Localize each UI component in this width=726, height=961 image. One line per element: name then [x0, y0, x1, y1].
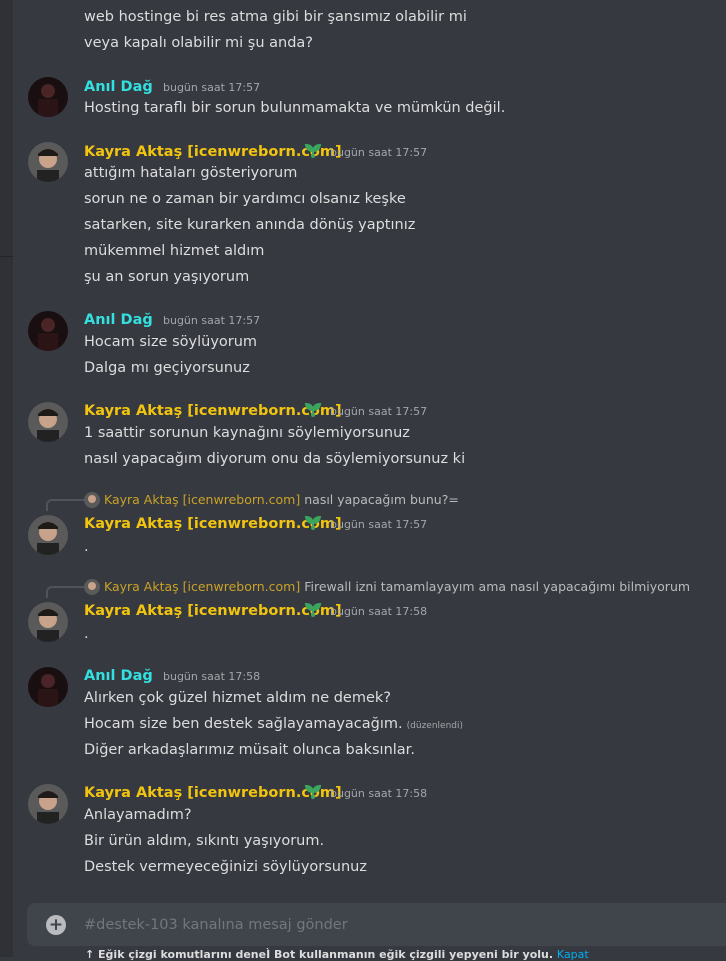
nitro-leaf-badge-icon [304, 402, 322, 417]
author-name[interactable]: Anıl Dağ [84, 77, 153, 97]
reply-preview[interactable]: Kayra Aktaş [icenwreborn.com] Firewall i… [84, 578, 690, 596]
edited-label: (düzenlendi) [406, 721, 464, 731]
message-text: sorun ne o zaman bir yardımcı olsanız ke… [84, 191, 406, 207]
reply-avatar [84, 579, 100, 595]
avatar-kayra[interactable] [28, 602, 68, 642]
message-text: Anlayamadım? [84, 807, 192, 823]
message-text: Destek vermeyeceğinizi söylüyorsunuz [84, 859, 367, 875]
nitro-leaf-badge-icon [304, 784, 322, 799]
message-text: . [84, 626, 89, 642]
timestamp: bugün saat 17:58 [330, 605, 428, 618]
avatar-kayra[interactable] [28, 784, 68, 824]
message-text: Dalga mı geçiyorsunuz [84, 360, 250, 376]
message-text: attığım hataları gösteriyorum [84, 165, 298, 181]
left-sidebar-edge [0, 0, 13, 957]
reply-text: nasıl yapacağım bunu?= [304, 492, 459, 507]
author-name[interactable]: Anıl Dağ [84, 310, 153, 330]
plus-circle-icon[interactable]: + [46, 915, 66, 935]
message-input[interactable]: #destek-103 kanalına mesaj gönder [84, 915, 348, 935]
avatar-anil[interactable] [28, 77, 68, 117]
timestamp: bugün saat 17:57 [330, 146, 428, 159]
message-text: nasıl yapacağım diyorum onu da söylemiyo… [84, 451, 466, 467]
timestamp: bugün saat 17:58 [330, 787, 428, 800]
reply-author: Kayra Aktaş [icenwreborn.com] [104, 579, 301, 594]
reply-avatar [84, 492, 100, 508]
nitro-leaf-badge-icon [304, 602, 322, 617]
message-text: Hocam size söylüyorum [84, 334, 258, 350]
message-text: Diğer arkadaşlarımız müsait olunca baksı… [84, 742, 415, 758]
avatar-anil[interactable] [28, 311, 68, 351]
reply-text: Firewall izni tamamlayayım ama nasıl yap… [304, 579, 691, 594]
avatar-kayra[interactable] [28, 142, 68, 182]
message-text: Alırken çok güzel hizmet aldım ne demek? [84, 690, 391, 706]
timestamp: bugün saat 17:57 [330, 518, 428, 531]
notice-text: Eğik çizgi komutlarını deneÌ Bot kullanm… [98, 948, 554, 961]
message-text: veya kapalı olabilir mi şu anda? [84, 35, 313, 51]
timestamp: bugün saat 17:57 [163, 314, 261, 327]
reply-spine [46, 499, 84, 511]
slash-commands-notice: ↑ Eğik çizgi komutlarını deneÌ Bot kulla… [85, 948, 589, 961]
reply-preview[interactable]: Kayra Aktaş [icenwreborn.com] nasıl yapa… [84, 491, 459, 509]
reply-spine [46, 586, 84, 598]
nitro-leaf-badge-icon [304, 515, 322, 530]
message-text: Bir ürün aldım, sıkıntı yaşıyorum. [84, 833, 325, 849]
message-text: 1 saattir sorunun kaynağını söylemiyorsu… [84, 425, 410, 441]
reply-author: Kayra Aktaş [icenwreborn.com] [104, 492, 301, 507]
message-text: Hocam size ben destek sağlayamayacağım.(… [84, 714, 463, 736]
message-text-content: Hocam size ben destek sağlayamayacağım. [84, 716, 403, 732]
message-list: web hostinge bi res atma gibi bir şansım… [13, 0, 726, 890]
avatar-kayra[interactable] [28, 515, 68, 555]
avatar-kayra[interactable] [28, 402, 68, 442]
author-name[interactable]: Anıl Dağ [84, 666, 153, 686]
nitro-leaf-badge-icon [304, 143, 322, 158]
message-text: şu an sorun yaşıyorum [84, 269, 250, 285]
message-text: web hostinge bi res atma gibi bir şansım… [84, 9, 467, 25]
message-text: satarken, site kurarken anında dönüş yap… [84, 217, 416, 233]
message-text: . [84, 539, 89, 555]
avatar-anil[interactable] [28, 667, 68, 707]
message-composer[interactable]: + #destek-103 kanalına mesaj gönder [27, 903, 726, 946]
sidebar-divider [0, 256, 13, 257]
message-text: mükemmel hizmet aldım [84, 243, 265, 259]
timestamp: bugün saat 17:57 [330, 405, 428, 418]
timestamp: bugün saat 17:57 [163, 81, 261, 94]
timestamp: bugün saat 17:58 [163, 670, 261, 683]
message-text: Hosting taraflı bir sorun bulunmamakta v… [84, 100, 506, 116]
close-notice-link[interactable]: Kapat [557, 948, 589, 961]
